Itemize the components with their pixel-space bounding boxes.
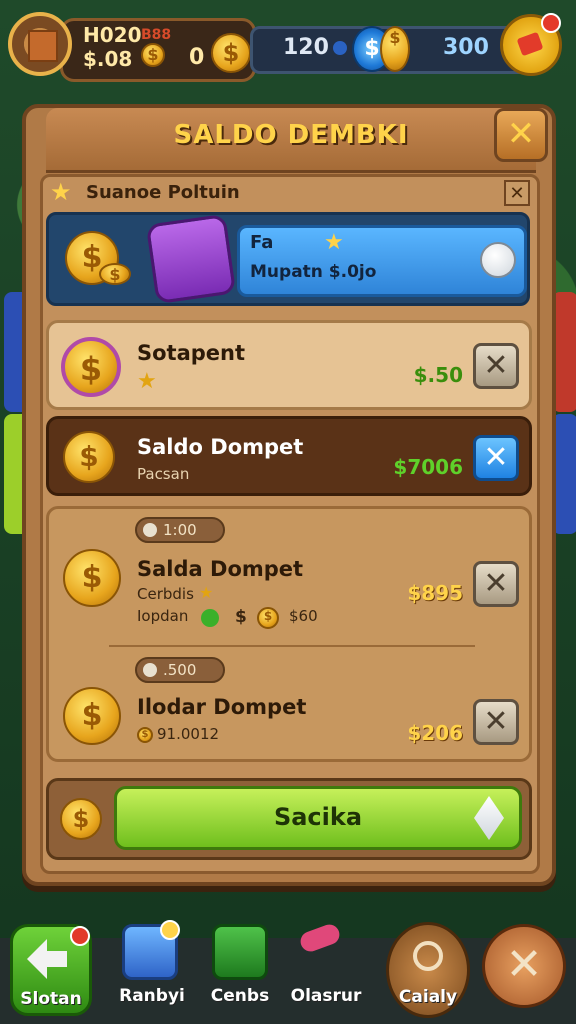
coin-icon — [99, 263, 131, 285]
star-icon: ★ — [50, 178, 72, 206]
zero-value: 0 — [189, 45, 205, 70]
nav-olasrur[interactable]: Olasrur — [286, 921, 366, 1016]
notification-badge — [70, 926, 90, 946]
detail-value: $60 — [289, 607, 318, 625]
coin-icon — [63, 549, 121, 607]
nav-label: Caialy — [398, 987, 458, 1007]
promo-toggle[interactable] — [480, 242, 516, 278]
coin-icon — [211, 33, 251, 73]
coin-icon — [61, 337, 121, 397]
list-item[interactable]: Sotapent ★ $.50 ✕ — [46, 320, 532, 410]
nav-ranbyi[interactable]: Ranbyi — [112, 924, 192, 1016]
item-price: $.50 — [413, 363, 463, 387]
top-bar: H020 B88 $.08 0 120 300 $ — [0, 0, 576, 100]
remove-button[interactable]: ✕ — [473, 435, 519, 481]
subheader-label: Suanoe Poltuin — [86, 182, 240, 203]
back-arrow-icon — [27, 939, 67, 979]
promo-title: Fa — [250, 232, 274, 253]
settings-icon — [413, 941, 443, 971]
coin-icon — [137, 727, 153, 743]
cash-box-icon — [212, 924, 268, 980]
resource-a-value: 120 — [283, 35, 329, 60]
item-title: Salda Dompet — [137, 557, 304, 581]
nav-label: Slotan — [20, 989, 82, 1009]
avatar[interactable] — [8, 12, 72, 76]
item-detail: Iopdan — [137, 607, 189, 625]
item-title: Sotapent — [137, 341, 246, 365]
nav-label: Ranbyi — [119, 986, 185, 1006]
star-icon: ★ — [324, 230, 344, 255]
remove-button[interactable]: ✕ — [473, 699, 519, 745]
coin-icon — [141, 43, 165, 67]
dot-icon — [333, 41, 347, 55]
coin-icon — [60, 798, 102, 840]
dialog-title: SALDO DEMBKI — [173, 120, 409, 150]
confirm-button[interactable]: Sacika — [114, 786, 522, 850]
coin-icon — [63, 431, 115, 483]
item-price: $206 — [407, 721, 463, 745]
close-button[interactable]: ✕ — [482, 924, 566, 1008]
timer-pill: 1:00 — [135, 517, 225, 543]
close-dialog-button[interactable]: ✕ — [494, 108, 548, 162]
coin-icon — [380, 26, 410, 72]
divider — [109, 645, 475, 647]
player-name: H020 — [83, 23, 142, 47]
map-pin-button[interactable] — [500, 13, 562, 76]
timer-pill: .500 — [135, 657, 225, 683]
list-item-selected[interactable]: Saldo Dompet Pacsan $7006 ✕ — [46, 416, 532, 496]
candy-icon — [297, 921, 343, 955]
star-icon: ★ — [137, 369, 157, 394]
balance-value: $.08 — [83, 47, 133, 71]
item-title: Saldo Dompet — [137, 435, 304, 459]
dollar-icon: $ — [235, 607, 247, 627]
star-icon: ★ — [199, 583, 214, 602]
coin-icon — [63, 687, 121, 745]
coin-icon — [257, 607, 279, 629]
promo-card[interactable]: Fa ★ Mupatn $.0jo — [237, 225, 527, 297]
purse-icon — [145, 213, 237, 305]
subheader: ★ Suanoe Poltuin ✕ — [30, 178, 530, 208]
remove-button[interactable]: ✕ — [473, 343, 519, 389]
player-resource-panel: H020 B88 $.08 0 — [60, 18, 256, 82]
remove-button[interactable]: ✕ — [473, 561, 519, 607]
item-price: $7006 — [393, 455, 463, 479]
item-subtitle: Cerbdis — [137, 585, 194, 603]
player-tag: B88 — [141, 27, 172, 43]
item-price: $895 — [407, 581, 463, 605]
item-title: Ilodar Dompet — [137, 695, 307, 719]
notification-badge — [160, 920, 180, 940]
promo-banner[interactable]: Fa ★ Mupatn $.0jo — [46, 212, 530, 306]
list-group: 1:00 Salda Dompet Cerbdis ★ Iopdan $ $60… — [46, 506, 532, 762]
green-gem-icon — [201, 609, 219, 627]
nav-label: Cenbs — [210, 986, 270, 1006]
close-subheader-button[interactable]: ✕ — [504, 180, 530, 206]
nav-cenbs[interactable]: Cenbs — [200, 924, 280, 1016]
item-subtitle: 91.0012 — [157, 725, 220, 743]
promo-subtitle: Mupatn $.0jo — [250, 262, 377, 282]
item-subtitle: Pacsan — [137, 465, 190, 483]
bottom-nav: Slotan Ranbyi Cenbs Olasrur Caialy ✕ — [0, 900, 576, 1024]
nav-label: Olasrur — [290, 986, 362, 1006]
resource-b-value: 300 — [443, 35, 489, 60]
nav-caialy[interactable]: Caialy — [386, 922, 470, 1018]
